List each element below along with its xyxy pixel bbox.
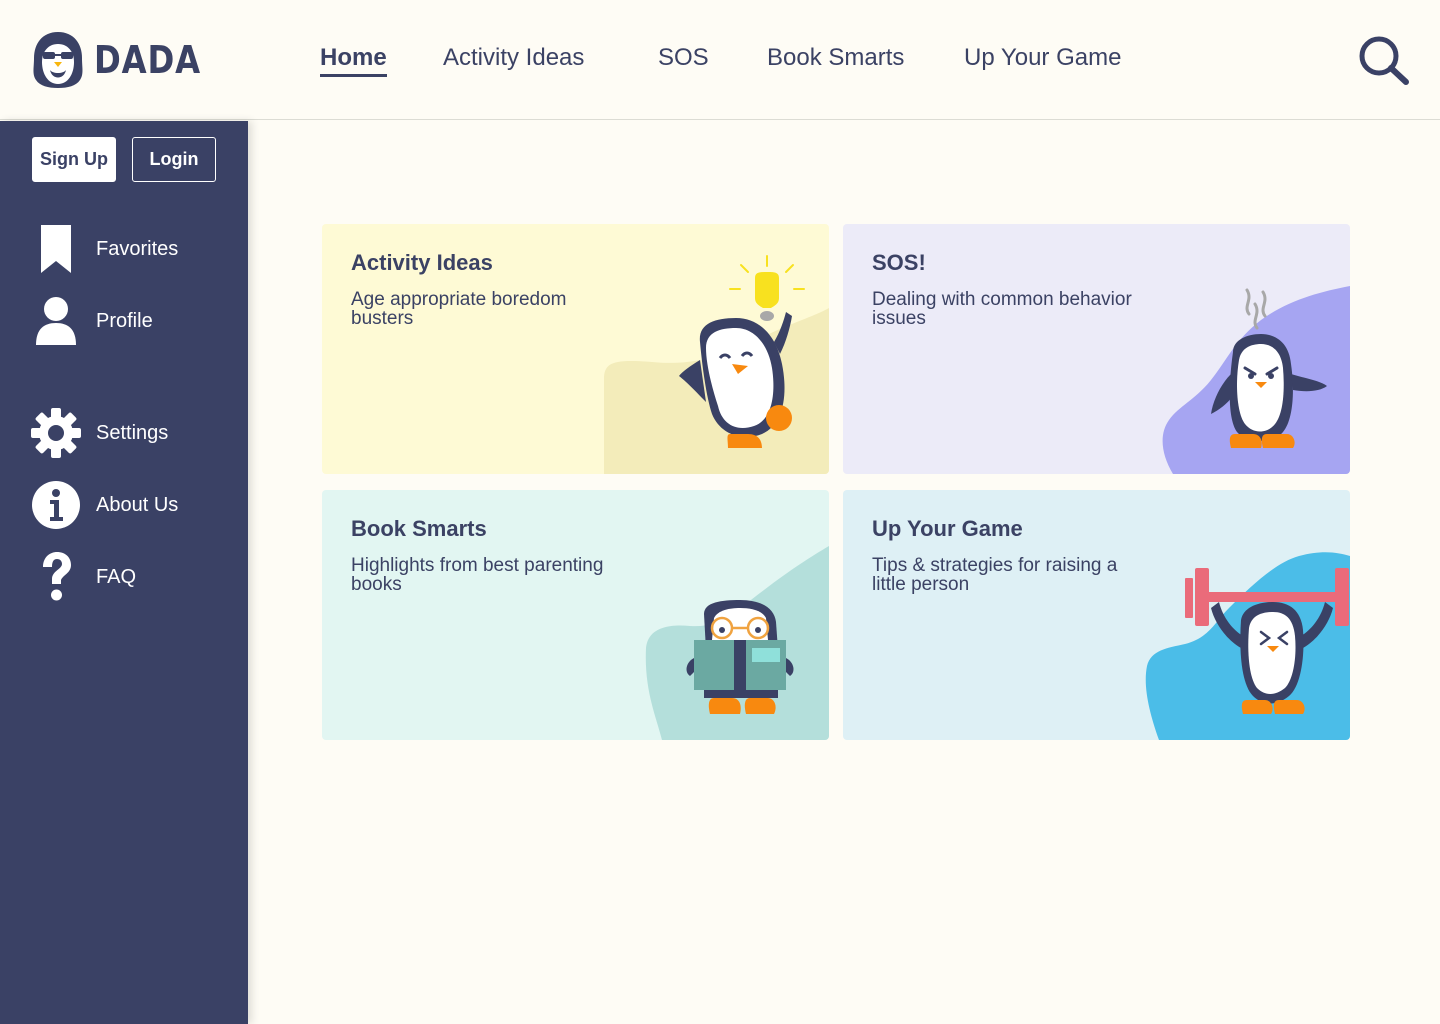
gear-icon xyxy=(30,407,82,459)
nav-sos[interactable]: SOS xyxy=(658,44,709,74)
card-description: Tips & strategies for raising a little p… xyxy=(872,555,1118,595)
nav-home[interactable]: Home xyxy=(320,44,387,77)
card-description: Age appropriate boredom busters xyxy=(351,289,567,329)
card-activity-ideas[interactable]: Activity Ideas Age appropriate boredom b… xyxy=(322,224,829,474)
sidebar-item-label: Settings xyxy=(96,421,169,444)
sidebar-item-label: Favorites xyxy=(96,237,179,260)
sidebar-item-about-us[interactable]: About Us xyxy=(30,479,230,531)
sidebar-item-favorites[interactable]: Favorites xyxy=(30,223,230,275)
info-icon xyxy=(30,479,82,531)
brand-name: DADA xyxy=(94,38,202,82)
card-title: Book Smarts xyxy=(351,516,487,541)
card-sos[interactable]: SOS! Dealing with common behavior issues xyxy=(843,224,1350,474)
nav-activity-ideas[interactable]: Activity Ideas xyxy=(443,44,584,74)
sidebar: Sign Up Login Favorites Profile Settings… xyxy=(0,121,248,1024)
sidebar-item-profile[interactable]: Profile xyxy=(30,295,230,347)
nav-book-smarts[interactable]: Book Smarts xyxy=(767,44,904,74)
logo[interactable]: DADA xyxy=(30,30,220,90)
nav-up-your-game[interactable]: Up Your Game xyxy=(964,44,1121,74)
sidebar-item-label: FAQ xyxy=(96,565,137,588)
card-title: SOS! xyxy=(872,250,926,275)
login-button[interactable]: Login xyxy=(132,137,216,182)
sidebar-item-settings[interactable]: Settings xyxy=(30,407,230,459)
sidebar-item-faq[interactable]: FAQ xyxy=(30,551,230,603)
card-title: Activity Ideas xyxy=(351,250,493,275)
question-icon xyxy=(30,551,82,603)
bookmark-icon xyxy=(30,223,82,275)
sidebar-item-label: Profile xyxy=(96,309,153,332)
card-title: Up Your Game xyxy=(872,516,1023,541)
card-up-your-game[interactable]: Up Your Game Tips & strategies for raisi… xyxy=(843,490,1350,740)
card-description: Dealing with common behavior issues xyxy=(872,289,1132,329)
card-description: Highlights from best parenting books xyxy=(351,555,604,595)
signup-button[interactable]: Sign Up xyxy=(32,137,116,182)
search-icon[interactable] xyxy=(1356,34,1412,86)
penguin-logo-icon xyxy=(33,32,83,88)
sidebar-item-label: About Us xyxy=(96,493,179,516)
card-book-smarts[interactable]: Book Smarts Highlights from best parenti… xyxy=(322,490,829,740)
header: DADA Home Activity Ideas SOS Book Smarts… xyxy=(0,0,1440,120)
user-icon xyxy=(30,295,82,347)
